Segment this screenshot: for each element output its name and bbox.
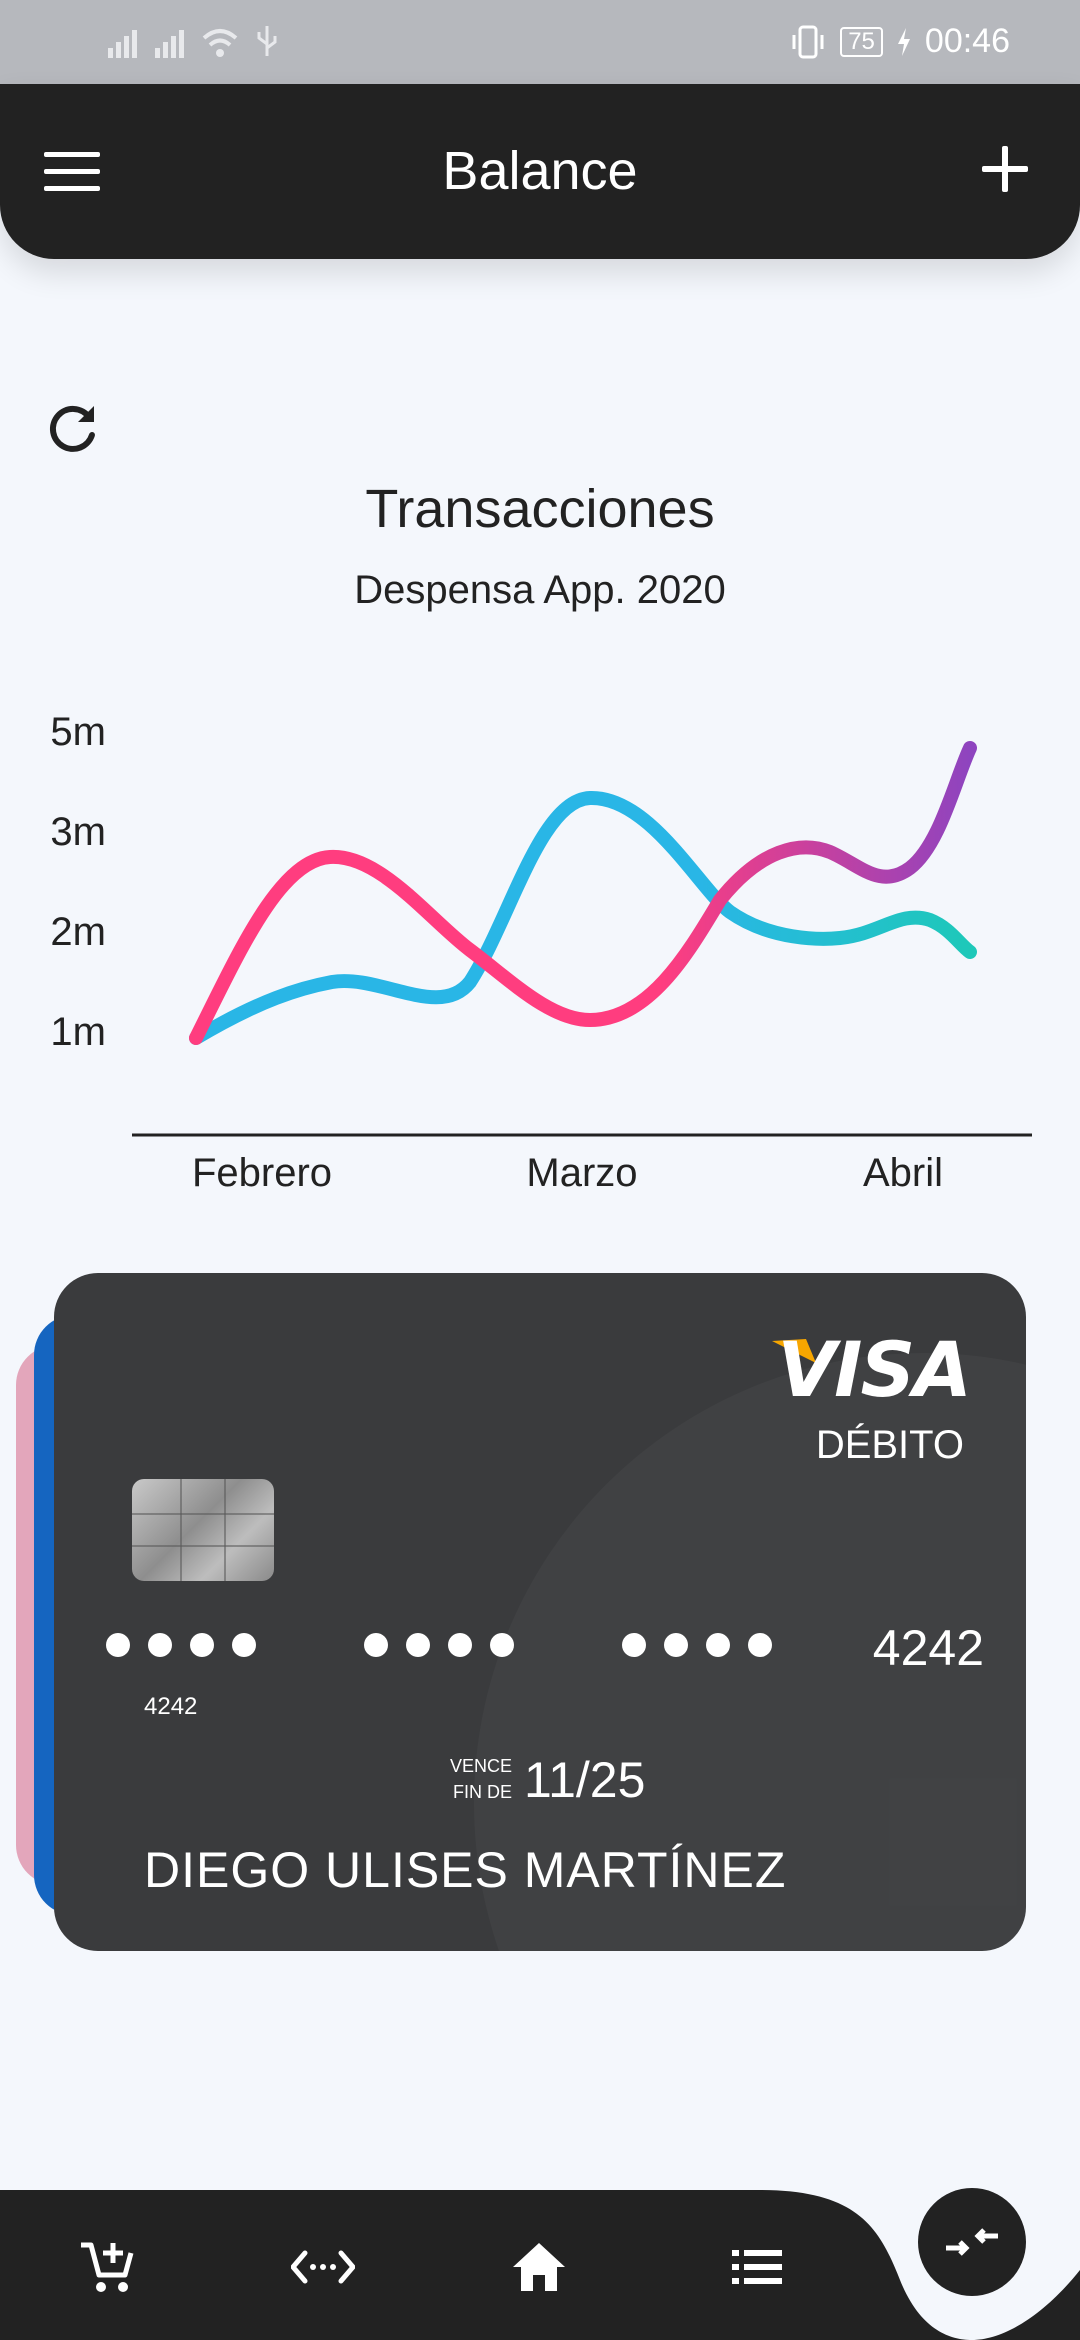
transactions-chart: 5m 3m 2m 1m Febrero Marzo Abril: [50, 710, 1032, 1195]
x-tick-label: Febrero: [192, 1151, 332, 1195]
y-tick-label: 5m: [50, 710, 106, 754]
usb-icon: [257, 26, 277, 56]
status-right: 75 00:46: [790, 22, 1010, 61]
masked-digits: [622, 1633, 772, 1657]
masked-digits: [364, 1633, 514, 1657]
series-line-pink: [189, 741, 977, 1045]
add-cart-icon[interactable]: [62, 2222, 152, 2312]
vibrate-icon: [792, 25, 824, 58]
chip-icon: [132, 1479, 274, 1581]
status-bar: 75 00:46: [0, 0, 1080, 86]
signal-icon-2: [155, 26, 184, 58]
refresh-icon[interactable]: [44, 400, 102, 458]
card-type: DÉBITO: [815, 1423, 964, 1467]
battery-level: 75: [840, 26, 883, 57]
card-last4: 4242: [872, 1620, 984, 1676]
y-tick-label: 2m: [50, 910, 106, 954]
home-icon[interactable]: [494, 2222, 584, 2312]
status-left: [108, 24, 278, 58]
compress-arrows-icon[interactable]: [918, 2188, 1026, 2296]
x-tick-label: Abril: [863, 1151, 943, 1195]
code-arrows-icon[interactable]: [278, 2222, 368, 2312]
list-icon[interactable]: [712, 2222, 802, 2312]
credit-card[interactable]: VISA DÉBITO 4242 4242 VENCE FIN DE 11/25…: [54, 1273, 1026, 1951]
expiry-label-1: VENCE: [450, 1756, 513, 1776]
x-tick-label: Marzo: [526, 1151, 637, 1195]
expiry-label-2: FIN DE: [453, 1782, 513, 1802]
card-small-number: 4242: [144, 1693, 198, 1720]
charging-icon: [897, 27, 910, 56]
clock: 00:46: [924, 22, 1010, 60]
y-tick-label: 3m: [50, 810, 106, 854]
app-bar: Balance: [0, 84, 1080, 259]
signal-icon: [108, 26, 137, 58]
expiry-date: 11/25: [524, 1752, 646, 1808]
card-brand: VISA: [777, 1325, 972, 1414]
wifi-icon: [202, 29, 238, 57]
chart-title: Transacciones: [365, 479, 715, 539]
series-line-blue: [189, 790, 977, 1045]
chart-subtitle: Despensa App. 2020: [354, 568, 726, 612]
card-holder: DIEGO ULISES MARTÍNEZ: [144, 1842, 787, 1898]
y-tick-label: 1m: [50, 1010, 106, 1054]
masked-digits: [106, 1633, 256, 1657]
page-title: Balance: [442, 141, 638, 201]
add-icon[interactable]: [978, 142, 1032, 196]
expiry-label: VENCE FIN DE: [450, 1753, 512, 1805]
